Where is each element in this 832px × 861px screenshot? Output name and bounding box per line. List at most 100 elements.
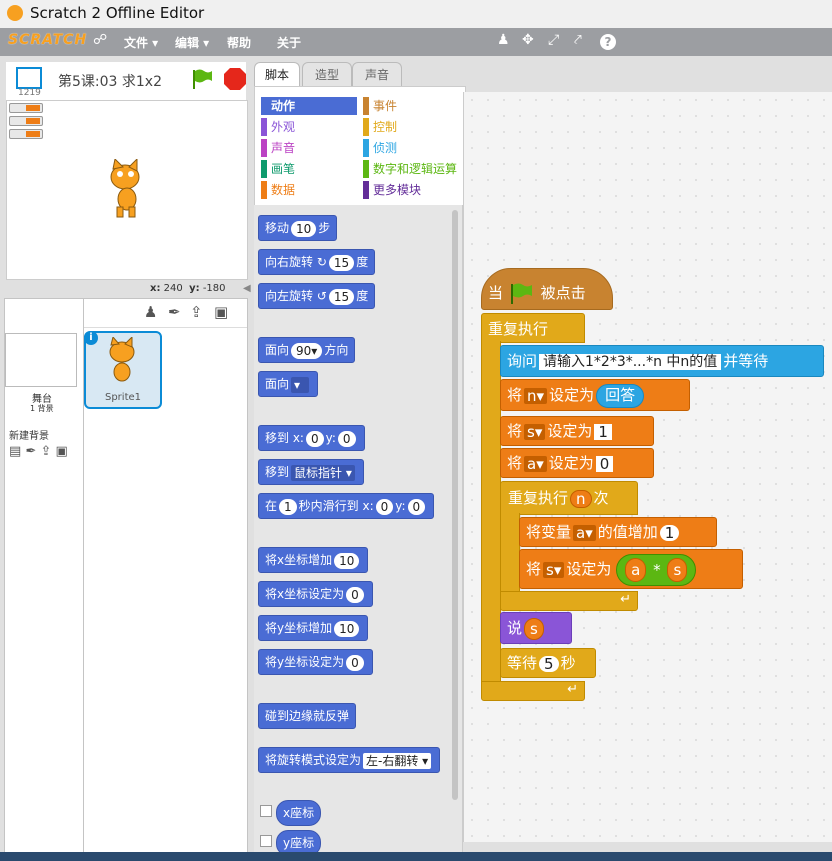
tab-sounds[interactable]: 声音 (352, 62, 402, 87)
loop-arrow-icon: ↵ (567, 682, 578, 697)
app-icon (7, 5, 23, 21)
menu-bar: SCRATCH ☍ 文件 ▾ 编辑 ▾ 帮助 关于 ♟ ✥ ⤢ ⤤ ? (0, 28, 832, 56)
stage-header: 1219 第5课:03 求1x2 (6, 62, 246, 100)
sprite1-thumbnail[interactable]: i Sprite1 (84, 331, 162, 409)
category-pen[interactable]: 画笔 (261, 160, 351, 178)
new-backdrop-label: 新建背景 (9, 431, 49, 442)
block-wait[interactable]: 等待 5 秒 (500, 648, 596, 678)
os-taskbar (0, 852, 832, 861)
block-rotation-style[interactable]: 将旋转模式设定为 左-右翻转 ▾ (258, 747, 441, 773)
tab-costumes[interactable]: 造型 (302, 62, 352, 87)
block-point-direction[interactable]: 面向 90▾ 方向 (258, 337, 356, 363)
xpos-checkbox[interactable] (260, 805, 272, 817)
info-icon[interactable]: i (84, 331, 98, 345)
block-turn-left[interactable]: 向左旋转 ↺ 15 度 (258, 283, 376, 309)
category-panel: 动作 外观 声音 画笔 数据 事件 控制 侦测 数字和逻辑运算 更多模块 (254, 86, 466, 206)
block-goto-xy[interactable]: 移到 x: 0 y: 0 (258, 425, 365, 451)
title-bar: Scratch 2 Offline Editor (0, 0, 832, 29)
version-label: 1219 (18, 88, 41, 98)
upload-backdrop-icon[interactable]: ⇪ (40, 444, 51, 459)
block-change-y[interactable]: 将y坐标增加 10 (258, 615, 369, 641)
block-set-x[interactable]: 将x坐标设定为 0 (258, 581, 373, 607)
block-bounce[interactable]: 碰到边缘就反弹 (258, 703, 357, 729)
window-title: Scratch 2 Offline Editor (30, 4, 205, 22)
block-when-flag-clicked[interactable]: 当 被点击 (481, 268, 613, 310)
help-icon[interactable]: ? (600, 34, 616, 50)
green-flag-icon (510, 283, 532, 304)
variable-monitor-s (9, 116, 43, 126)
category-control[interactable]: 控制 (363, 118, 453, 136)
project-title[interactable]: 第5课:03 求1x2 (58, 71, 162, 91)
stage[interactable] (6, 100, 248, 280)
block-multiply[interactable]: a * s (616, 553, 697, 586)
tab-scripts[interactable]: 脚本 (254, 62, 300, 88)
sprite1-label: Sprite1 (104, 392, 142, 403)
block-turn-right[interactable]: 向右旋转 ↻ 15 度 (258, 249, 376, 275)
block-change-a[interactable]: 将变量 a▾ 的值增加 1 (519, 517, 717, 547)
block-set-a[interactable]: 将 a▾ 设定为 0 (500, 448, 654, 478)
block-goto[interactable]: 移到 鼠标指针 ▾ (258, 459, 364, 485)
block-point-towards[interactable]: 面向 ▾ (258, 371, 319, 397)
block-move-steps[interactable]: 移动 10 步 (258, 215, 338, 241)
collapse-arrow-icon[interactable]: ◀ (243, 283, 251, 294)
block-change-x[interactable]: 将x坐标增加 10 (258, 547, 369, 573)
backdrop-count: 1 背景 (30, 404, 54, 413)
sprite-library-icon[interactable]: ♟ (144, 303, 157, 321)
block-ask[interactable]: 询问 请输入1*2*3*...*n 中n的值 并等待 (500, 345, 824, 377)
block-glide[interactable]: 在 1 秒内滑行到 x: 0 y: 0 (258, 493, 435, 519)
forever-arm (481, 341, 501, 681)
block-say[interactable]: 说s (500, 612, 572, 644)
palette-scrollbar[interactable] (452, 210, 458, 800)
repeat-arm (500, 513, 520, 591)
block-set-y[interactable]: 将y坐标设定为 0 (258, 649, 373, 675)
camera-backdrop-icon[interactable]: ▣ (56, 444, 68, 459)
category-sensing[interactable]: 侦测 (363, 139, 453, 157)
variable-monitor-n (9, 103, 43, 113)
menu-edit[interactable]: 编辑 ▾ (175, 34, 209, 51)
category-motion[interactable]: 动作 (261, 97, 357, 115)
scratch-logo[interactable]: SCRATCH (8, 32, 87, 48)
menu-help[interactable]: 帮助 (227, 34, 251, 51)
mouse-coords: x: 240 y: -180 (150, 283, 226, 294)
block-set-s[interactable]: 将 s▾ 设定为 1 (500, 416, 654, 446)
category-more-blocks[interactable]: 更多模块 (363, 181, 453, 199)
block-x-position[interactable]: x座标 (276, 800, 322, 826)
block-palette: 移动 10 步 向右旋转 ↻ 15 度 向左旋转 ↺ 15 度 面向 90▾ 方向 面向 ▾ 移到… (254, 205, 463, 861)
category-events[interactable]: 事件 (363, 97, 453, 115)
menu-file[interactable]: 文件 ▾ (124, 34, 158, 51)
ypos-checkbox[interactable] (260, 835, 272, 847)
category-data[interactable]: 数据 (261, 181, 351, 199)
duplicate-icon[interactable]: ♟ (497, 32, 510, 48)
stage-thumbnail[interactable] (5, 333, 77, 387)
forever-footer: ↵ (481, 681, 585, 701)
rotate-cw-icon: ↻ (316, 255, 327, 269)
block-set-n[interactable]: 将 n▾ 设定为 回答 (500, 379, 690, 411)
green-flag-icon[interactable] (190, 68, 214, 90)
block-set-s-product[interactable]: 将 s▾ 设定为 a * s (519, 549, 743, 589)
globe-icon[interactable]: ☍ (93, 32, 107, 48)
loop-arrow-icon: ↵ (620, 592, 631, 607)
category-operators[interactable]: 数字和逻辑运算 (363, 160, 469, 178)
category-sound[interactable]: 声音 (261, 139, 351, 157)
backdrop-library-icon[interactable]: ▤ (9, 444, 21, 459)
grow-icon[interactable]: ⤢ (548, 32, 559, 48)
cat-sprite[interactable] (103, 159, 151, 219)
menu-about[interactable]: 关于 (277, 34, 301, 51)
delete-icon[interactable]: ✥ (522, 32, 534, 48)
shrink-icon[interactable]: ⤤ (574, 32, 582, 48)
paint-backdrop-icon[interactable]: ✒ (25, 444, 36, 459)
new-sprite-bar: ♟ ✒ ⇪ ▣ (84, 299, 247, 328)
variable-monitor-a (9, 129, 43, 139)
category-looks[interactable]: 外观 (261, 118, 351, 136)
stop-icon[interactable] (223, 67, 247, 91)
camera-sprite-icon[interactable]: ▣ (214, 303, 228, 321)
cat-thumbnail-icon (109, 337, 135, 382)
paint-sprite-icon[interactable]: ✒ (168, 303, 181, 321)
fullscreen-icon[interactable] (16, 67, 42, 89)
backdrop-tools: ▤ ✒ ⇪ ▣ (9, 444, 68, 459)
upload-sprite-icon[interactable]: ⇪ (190, 303, 203, 321)
block-repeat[interactable]: 重复执行 n 次 (500, 481, 638, 515)
repeat-footer: ↵ (500, 591, 638, 611)
block-forever[interactable]: 重复执行 (481, 313, 585, 343)
rotate-ccw-icon: ↺ (316, 289, 327, 303)
